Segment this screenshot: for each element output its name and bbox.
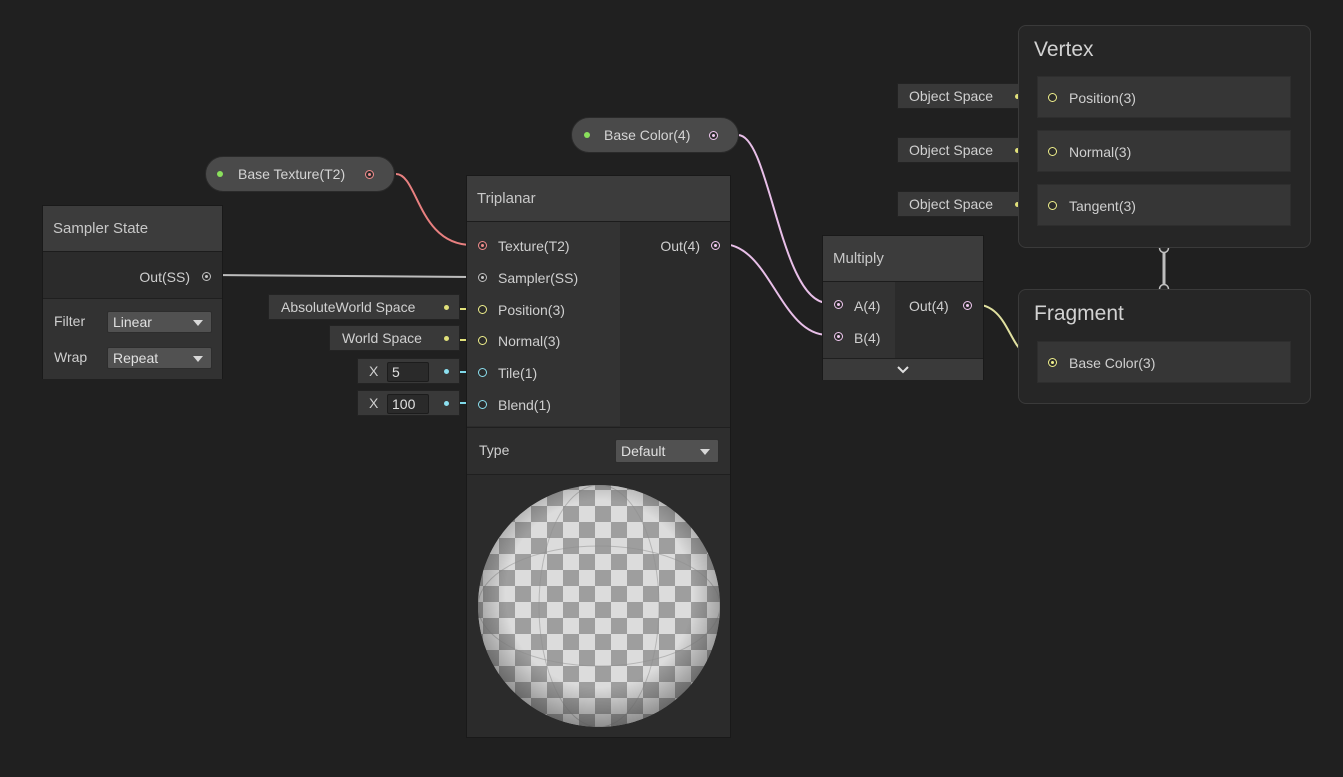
tile-value-input[interactable]: 5 bbox=[387, 362, 429, 382]
wire-basecolor bbox=[737, 134, 829, 304]
wire-texture bbox=[395, 173, 473, 246]
multiply-out-port[interactable] bbox=[963, 301, 972, 310]
position-space-field[interactable]: AbsoluteWorld Space bbox=[268, 294, 460, 320]
blend-value-input[interactable]: 100 bbox=[387, 394, 429, 414]
multiply-b-port[interactable] bbox=[834, 332, 843, 341]
triplanar-out-port[interactable] bbox=[711, 241, 720, 250]
tile-in-label: Tile(1) bbox=[498, 365, 538, 381]
vertex-tangent-space-field[interactable]: Object Space bbox=[897, 191, 1030, 217]
wrap-value: Repeat bbox=[113, 350, 159, 366]
vertex-title: Vertex bbox=[1034, 38, 1094, 61]
tile-value-field[interactable]: X 5 bbox=[357, 358, 460, 384]
checker-sphere-preview bbox=[478, 485, 720, 727]
multiply-title: Multiply bbox=[823, 236, 983, 282]
filter-value: Linear bbox=[113, 314, 152, 330]
position-field-port bbox=[444, 305, 449, 310]
vertex-position-block[interactable]: Position(3) bbox=[1037, 76, 1291, 118]
wrap-dropdown[interactable]: Repeat bbox=[107, 347, 212, 369]
normal-in-label: Normal(3) bbox=[498, 333, 561, 349]
vertex-tangent-port[interactable] bbox=[1048, 201, 1057, 210]
multiply-node[interactable]: Multiply A(4) B(4) Out(4) bbox=[822, 235, 984, 380]
fragment-base-color-port[interactable] bbox=[1048, 358, 1057, 367]
sampler-in-port[interactable] bbox=[478, 273, 487, 282]
vertex-normal-port[interactable] bbox=[1048, 147, 1057, 156]
vertex-normal-space-field[interactable]: Object Space bbox=[897, 137, 1030, 163]
multiply-b-label: B(4) bbox=[854, 330, 881, 346]
position-in-label: Position(3) bbox=[498, 302, 565, 318]
multiply-a-port[interactable] bbox=[834, 300, 843, 309]
vertex-position-port[interactable] bbox=[1048, 93, 1057, 102]
multiply-out-label: Out(4) bbox=[909, 298, 949, 314]
wrap-label: Wrap bbox=[54, 349, 88, 365]
sampler-out-label: Out(SS) bbox=[139, 269, 190, 285]
multiply-a-label: A(4) bbox=[854, 298, 881, 314]
sampler-out-port[interactable] bbox=[202, 272, 211, 281]
normal-space-value: World Space bbox=[342, 330, 422, 346]
type-value: Default bbox=[621, 443, 666, 459]
vertex-position-space-value: Object Space bbox=[909, 88, 994, 104]
multiply-expand-bar[interactable] bbox=[823, 358, 983, 380]
normal-in-port[interactable] bbox=[478, 336, 487, 345]
position-space-value: AbsoluteWorld Space bbox=[281, 299, 416, 315]
position-in-port[interactable] bbox=[478, 305, 487, 314]
base-texture-label: Base Texture(T2) bbox=[238, 166, 346, 182]
vertex-position-space-field[interactable]: Object Space bbox=[897, 83, 1030, 109]
vertex-tangent-space-value: Object Space bbox=[909, 196, 994, 212]
triplanar-title: Triplanar bbox=[467, 176, 730, 222]
chevron-down-icon bbox=[193, 320, 203, 326]
triplanar-node[interactable]: Triplanar Texture(T2) Sampler(SS) Positi… bbox=[466, 175, 731, 738]
vertex-normal-label: Normal(3) bbox=[1069, 144, 1132, 160]
base-color-label: Base Color(4) bbox=[604, 127, 691, 143]
normal-space-field[interactable]: World Space bbox=[329, 325, 460, 351]
fragment-context[interactable]: Fragment Base Color(3) bbox=[1018, 289, 1311, 404]
property-exposed-icon bbox=[217, 171, 223, 177]
base-color-out-port[interactable] bbox=[709, 131, 718, 140]
fragment-base-color-label: Base Color(3) bbox=[1069, 355, 1156, 371]
blend-value-field[interactable]: X 100 bbox=[357, 390, 460, 416]
base-texture-out-port[interactable] bbox=[365, 170, 374, 179]
fragment-title: Fragment bbox=[1034, 302, 1124, 325]
tile-field-port bbox=[444, 369, 449, 374]
base-color-property[interactable]: Base Color(4) bbox=[571, 117, 739, 153]
vertex-normal-block[interactable]: Normal(3) bbox=[1037, 130, 1291, 172]
chevron-down-icon bbox=[193, 356, 203, 362]
vertex-context[interactable]: Vertex Position(3) Normal(3) Tangent(3) bbox=[1018, 25, 1311, 248]
chevron-down-icon bbox=[700, 449, 710, 455]
multiply-inputs-panel: A(4) B(4) bbox=[823, 282, 895, 358]
vertex-normal-space-value: Object Space bbox=[909, 142, 994, 158]
sampler-settings: Filter Linear Wrap Repeat bbox=[43, 298, 222, 379]
blend-in-label: Blend(1) bbox=[498, 397, 551, 413]
vertex-tangent-label: Tangent(3) bbox=[1069, 198, 1136, 214]
tile-in-port[interactable] bbox=[478, 368, 487, 377]
chevron-down-icon bbox=[897, 366, 909, 374]
tile-axis-label: X bbox=[369, 363, 379, 379]
triplanar-out-label: Out(4) bbox=[660, 238, 700, 254]
triplanar-inputs-panel: Texture(T2) Sampler(SS) Position(3) Norm… bbox=[467, 222, 620, 426]
property-exposed-icon bbox=[584, 132, 590, 138]
type-label: Type bbox=[479, 442, 510, 458]
wire-sampler bbox=[211, 274, 473, 278]
blend-field-port bbox=[444, 401, 449, 406]
vertex-tangent-block[interactable]: Tangent(3) bbox=[1037, 184, 1291, 226]
texture-in-port[interactable] bbox=[478, 241, 487, 250]
vertex-position-label: Position(3) bbox=[1069, 90, 1136, 106]
fragment-base-color-block[interactable]: Base Color(3) bbox=[1037, 341, 1291, 383]
texture-in-label: Texture(T2) bbox=[498, 238, 570, 254]
base-texture-property[interactable]: Base Texture(T2) bbox=[205, 156, 395, 192]
triplanar-type-row: Type Default bbox=[467, 427, 730, 475]
blend-in-port[interactable] bbox=[478, 400, 487, 409]
wire-triplanar-out bbox=[721, 243, 829, 336]
sampler-in-label: Sampler(SS) bbox=[498, 270, 579, 286]
filter-label: Filter bbox=[54, 313, 86, 329]
normal-field-port bbox=[444, 336, 449, 341]
filter-dropdown[interactable]: Linear bbox=[107, 311, 212, 333]
sampler-state-node[interactable]: Sampler State Out(SS) Filter Linear Wrap… bbox=[42, 205, 223, 379]
type-dropdown[interactable]: Default bbox=[615, 439, 719, 463]
blend-axis-label: X bbox=[369, 395, 379, 411]
sampler-state-title: Sampler State bbox=[43, 206, 222, 252]
